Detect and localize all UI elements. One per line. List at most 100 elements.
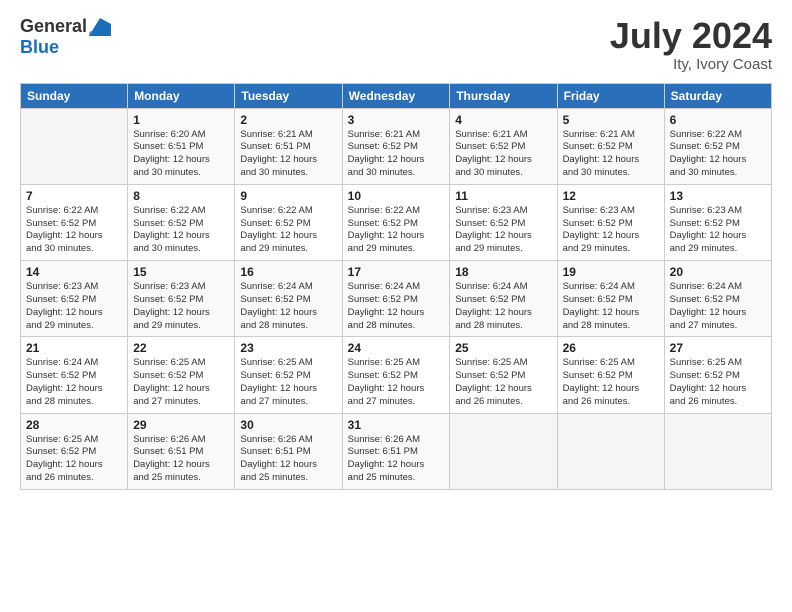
calendar-week-4: 21Sunrise: 6:24 AMSunset: 6:52 PMDayligh… — [21, 337, 772, 413]
day-number: 4 — [455, 113, 551, 127]
day-info: Sunrise: 6:21 AMSunset: 6:52 PMDaylight:… — [563, 129, 659, 180]
day-number: 9 — [240, 189, 336, 203]
day-number: 25 — [455, 341, 551, 355]
calendar-header-row: Sunday Monday Tuesday Wednesday Thursday… — [21, 83, 772, 108]
day-number: 20 — [670, 265, 766, 279]
col-thursday: Thursday — [450, 83, 557, 108]
day-number: 11 — [455, 189, 551, 203]
calendar-cell: 22 Sunrise: 6:25 AMSunset: 6:52 PMDayligh… — [128, 337, 235, 413]
day-info: Sunrise: 6:23 AMSunset: 6:52 PMDaylight:… — [26, 281, 122, 332]
calendar-week-1: 1Sunrise: 6:20 AMSunset: 6:51 PMDaylight… — [21, 108, 772, 184]
day-info: Sunrise: 6:25 AMSunset: 6:52 PMDaylight:… — [26, 434, 122, 485]
calendar-cell: 5 Sunrise: 6:21 AMSunset: 6:52 PMDaylight… — [557, 108, 664, 184]
calendar-cell: 26Sunrise: 6:25 AMSunset: 6:52 PMDayligh… — [557, 337, 664, 413]
calendar-cell: 24Sunrise: 6:25 AMSunset: 6:52 PMDayligh… — [342, 337, 450, 413]
calendar-cell: 28 Sunrise: 6:25 AMSunset: 6:52 PMDayligh… — [21, 413, 128, 489]
day-number: 31 — [348, 418, 445, 432]
calendar-cell: 4Sunrise: 6:21 AMSunset: 6:52 PMDaylight… — [450, 108, 557, 184]
logo-icon — [89, 18, 111, 36]
day-info: Sunrise: 6:25 AMSunset: 6:52 PMDaylight:… — [563, 357, 659, 408]
calendar-cell: 21Sunrise: 6:24 AMSunset: 6:52 PMDayligh… — [21, 337, 128, 413]
day-info: Sunrise: 6:25 AMSunset: 6:52 PMDaylight:… — [455, 357, 551, 408]
calendar-cell: 9 Sunrise: 6:22 AMSunset: 6:52 PMDaylight… — [235, 184, 342, 260]
day-number: 23 — [240, 341, 336, 355]
col-saturday: Saturday — [664, 83, 771, 108]
day-number: 24 — [348, 341, 445, 355]
day-info: Sunrise: 6:23 AMSunset: 6:52 PMDaylight:… — [670, 205, 766, 256]
day-info: Sunrise: 6:25 AMSunset: 6:52 PMDaylight:… — [133, 357, 229, 408]
day-number: 18 — [455, 265, 551, 279]
calendar-cell — [450, 413, 557, 489]
day-info: Sunrise: 6:26 AMSunset: 6:51 PMDaylight:… — [133, 434, 229, 485]
logo: General Blue — [20, 16, 111, 58]
day-info: Sunrise: 6:24 AMSunset: 6:52 PMDaylight:… — [348, 281, 445, 332]
calendar-cell: 10Sunrise: 6:22 AMSunset: 6:52 PMDayligh… — [342, 184, 450, 260]
title-block: July 2024 Ity, Ivory Coast — [610, 16, 772, 73]
day-number: 14 — [26, 265, 122, 279]
calendar-cell — [664, 413, 771, 489]
header: General Blue July 2024 Ity, Ivory Coast — [20, 16, 772, 73]
calendar-table: Sunday Monday Tuesday Wednesday Thursday… — [20, 83, 772, 490]
day-number: 7 — [26, 189, 122, 203]
day-info: Sunrise: 6:26 AMSunset: 6:51 PMDaylight:… — [240, 434, 336, 485]
calendar-cell — [557, 413, 664, 489]
calendar-cell: 8Sunrise: 6:22 AMSunset: 6:52 PMDaylight… — [128, 184, 235, 260]
calendar-cell: 7 Sunrise: 6:22 AMSunset: 6:52 PMDaylight… — [21, 184, 128, 260]
calendar-cell: 13Sunrise: 6:23 AMSunset: 6:52 PMDayligh… — [664, 184, 771, 260]
location: Ity, Ivory Coast — [610, 56, 772, 73]
day-number: 22 — [133, 341, 229, 355]
day-info: Sunrise: 6:20 AMSunset: 6:51 PMDaylight:… — [133, 129, 229, 180]
calendar-cell: 6 Sunrise: 6:22 AMSunset: 6:52 PMDaylight… — [664, 108, 771, 184]
day-number: 12 — [563, 189, 659, 203]
calendar-cell — [21, 108, 128, 184]
day-info: Sunrise: 6:25 AMSunset: 6:52 PMDaylight:… — [240, 357, 336, 408]
calendar-cell: 17 Sunrise: 6:24 AMSunset: 6:52 PMDayligh… — [342, 261, 450, 337]
calendar-cell: 1Sunrise: 6:20 AMSunset: 6:51 PMDaylight… — [128, 108, 235, 184]
calendar-cell: 11 Sunrise: 6:23 AMSunset: 6:52 PMDayligh… — [450, 184, 557, 260]
day-info: Sunrise: 6:24 AMSunset: 6:52 PMDaylight:… — [563, 281, 659, 332]
calendar-cell: 23 Sunrise: 6:25 AMSunset: 6:52 PMDayligh… — [235, 337, 342, 413]
calendar-cell: 19 Sunrise: 6:24 AMSunset: 6:52 PMDayligh… — [557, 261, 664, 337]
day-info: Sunrise: 6:22 AMSunset: 6:52 PMDaylight:… — [670, 129, 766, 180]
month-year: July 2024 — [610, 16, 772, 56]
calendar-cell: 3 Sunrise: 6:21 AMSunset: 6:52 PMDaylight… — [342, 108, 450, 184]
page: General Blue July 2024 Ity, Ivory Coast … — [0, 0, 792, 612]
calendar-cell: 29 Sunrise: 6:26 AMSunset: 6:51 PMDayligh… — [128, 413, 235, 489]
calendar-cell: 25 Sunrise: 6:25 AMSunset: 6:52 PMDayligh… — [450, 337, 557, 413]
day-number: 19 — [563, 265, 659, 279]
day-number: 10 — [348, 189, 445, 203]
calendar-cell: 31 Sunrise: 6:26 AMSunset: 6:51 PMDayligh… — [342, 413, 450, 489]
day-number: 3 — [348, 113, 445, 127]
day-info: Sunrise: 6:23 AMSunset: 6:52 PMDaylight:… — [455, 205, 551, 256]
day-number: 29 — [133, 418, 229, 432]
col-sunday: Sunday — [21, 83, 128, 108]
logo-blue-text: Blue — [20, 37, 59, 58]
calendar-week-3: 14 Sunrise: 6:23 AMSunset: 6:52 PMDayligh… — [21, 261, 772, 337]
day-number: 2 — [240, 113, 336, 127]
day-info: Sunrise: 6:22 AMSunset: 6:52 PMDaylight:… — [26, 205, 122, 256]
calendar-cell: 15Sunrise: 6:23 AMSunset: 6:52 PMDayligh… — [128, 261, 235, 337]
day-number: 16 — [240, 265, 336, 279]
day-info: Sunrise: 6:25 AMSunset: 6:52 PMDaylight:… — [670, 357, 766, 408]
logo-general-text: General — [20, 16, 87, 37]
day-info: Sunrise: 6:24 AMSunset: 6:52 PMDaylight:… — [455, 281, 551, 332]
calendar-cell: 30 Sunrise: 6:26 AMSunset: 6:51 PMDayligh… — [235, 413, 342, 489]
day-info: Sunrise: 6:22 AMSunset: 6:52 PMDaylight:… — [240, 205, 336, 256]
day-number: 6 — [670, 113, 766, 127]
day-info: Sunrise: 6:26 AMSunset: 6:51 PMDaylight:… — [348, 434, 445, 485]
col-tuesday: Tuesday — [235, 83, 342, 108]
calendar-cell: 12Sunrise: 6:23 AMSunset: 6:52 PMDayligh… — [557, 184, 664, 260]
col-wednesday: Wednesday — [342, 83, 450, 108]
day-number: 28 — [26, 418, 122, 432]
day-number: 5 — [563, 113, 659, 127]
day-info: Sunrise: 6:21 AMSunset: 6:52 PMDaylight:… — [348, 129, 445, 180]
calendar-cell: 14 Sunrise: 6:23 AMSunset: 6:52 PMDayligh… — [21, 261, 128, 337]
day-number: 17 — [348, 265, 445, 279]
calendar-cell: 20Sunrise: 6:24 AMSunset: 6:52 PMDayligh… — [664, 261, 771, 337]
calendar-week-5: 28 Sunrise: 6:25 AMSunset: 6:52 PMDayligh… — [21, 413, 772, 489]
day-info: Sunrise: 6:24 AMSunset: 6:52 PMDaylight:… — [26, 357, 122, 408]
day-number: 15 — [133, 265, 229, 279]
day-number: 30 — [240, 418, 336, 432]
col-monday: Monday — [128, 83, 235, 108]
calendar-cell: 2Sunrise: 6:21 AMSunset: 6:51 PMDaylight… — [235, 108, 342, 184]
